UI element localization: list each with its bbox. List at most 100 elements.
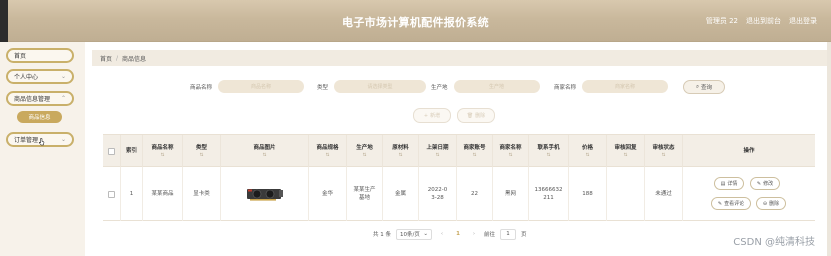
row-checkbox-cell [103, 167, 121, 221]
chevron-down-icon: ⌄ [423, 231, 428, 237]
watermark: CSDN @纯清科技 [733, 237, 815, 248]
search-field-type: 类型 请选择类型 [317, 80, 427, 93]
goto-label: 前往 [484, 232, 496, 238]
column-header[interactable]: 审核回复 ⇅ [607, 135, 645, 168]
sort-icon: ⇅ [435, 152, 440, 158]
breadcrumb-home[interactable]: 首页 [100, 54, 112, 63]
breadcrumb-current: 商品信息 [122, 55, 147, 63]
breadcrumb: 首页 / 商品信息 [92, 50, 828, 66]
cell-price: 188 [569, 167, 607, 221]
product-name-input[interactable]: 商品名称 [218, 80, 305, 93]
sort-icon: ⇅ [508, 152, 513, 158]
cell-type: 显卡类 [183, 167, 221, 221]
cell-status: 未通过 [645, 167, 683, 221]
next-page-button[interactable]: › [469, 229, 479, 240]
column-header[interactable]: 生产地 ⇅ [347, 135, 383, 168]
sidebar-item-home[interactable]: 首页 [6, 48, 74, 63]
sort-icon: ⇅ [262, 152, 267, 158]
type-select[interactable]: 请选择类型 [334, 80, 427, 93]
chevron-up-icon: ⌃ [60, 95, 66, 102]
search-label: 生产地 [431, 84, 448, 91]
mouse-cursor-icon [38, 138, 45, 146]
sidebar: 首页 个人中心 ⌄ 商品信息管理 ⌃ 商品信息 订单管理 ⌄ [0, 42, 85, 256]
sort-icon: ⇅ [585, 152, 590, 158]
sidebar-item-product-management[interactable]: 商品信息管理 ⌃ [6, 91, 74, 106]
sidebar-item-label: 首页 [14, 53, 27, 60]
column-header[interactable]: 商家名称 ⇅ [493, 135, 529, 168]
total-count: 共 1 条 [373, 232, 391, 238]
row-delete-button[interactable]: ⊖ 删除 [756, 197, 786, 210]
search-field-name: 商品名称 商品名称 [190, 80, 305, 93]
column-header[interactable]: 商品图片 ⇅ [221, 135, 309, 168]
cell-actions: ▤ 详情 ✎ 修改 ✎ 查看评论 ⊖ 删除 [683, 167, 815, 221]
sidebar-item-label: 订单管理 [14, 137, 39, 144]
column-header[interactable]: 商家账号 ⇅ [457, 135, 493, 168]
prev-page-button[interactable]: ‹ [437, 229, 447, 240]
sort-icon: ⇅ [661, 152, 666, 158]
edit-button[interactable]: ✎ 修改 [750, 177, 780, 190]
cell-date: 2022-03-28 [419, 167, 457, 221]
sort-icon: ⇅ [546, 152, 551, 158]
edit-icon: ✎ [717, 200, 723, 207]
breadcrumb-separator: / [116, 54, 119, 62]
sort-icon: ⇅ [472, 152, 477, 158]
cell-reply [607, 167, 645, 221]
origin-input[interactable]: 生产地 [453, 80, 540, 93]
trash-icon: 🗑 [466, 112, 474, 119]
product-image[interactable] [245, 186, 285, 202]
vertical-scrollbar[interactable] [827, 42, 831, 256]
column-header[interactable]: 商品规格 ⇅ [309, 135, 347, 168]
goto-unit: 页 [521, 232, 527, 238]
detail-icon: ▤ [720, 180, 726, 187]
cell-name: 某某商品 [143, 167, 183, 221]
main-content: 首页 / 商品信息 商品名称 商品名称 类型 请选择类型 生产地 生产地 商家名… [85, 42, 831, 256]
search-field-origin: 生产地 生产地 [431, 80, 540, 93]
chevron-down-icon: ⌄ [60, 73, 66, 80]
goto-page-input[interactable]: 1 [500, 228, 517, 240]
front-link[interactable]: 退出到前台 [746, 16, 781, 26]
detail-button[interactable]: ▤ 详情 [714, 177, 744, 190]
column-header: 索引 [121, 135, 143, 168]
user-role: 管理员 22 [705, 17, 738, 25]
search-icon: ⌕ [695, 83, 700, 90]
sidebar-subitem-product-info[interactable]: 商品信息 [17, 111, 62, 123]
cell-image [221, 167, 309, 221]
cell-merchant: 黑网 [493, 167, 529, 221]
cell-spec: 金华 [309, 167, 347, 221]
column-header[interactable]: 价格 ⇅ [569, 135, 607, 168]
merchant-name-input[interactable]: 商家名称 [582, 80, 669, 93]
sort-icon: ⇅ [199, 152, 204, 158]
cell-account: 22 [457, 167, 493, 221]
column-header[interactable]: 审核状态 ⇅ [645, 135, 683, 168]
delete-button[interactable]: 🗑 删除 [457, 108, 495, 123]
add-button[interactable]: + 新增 [413, 108, 451, 123]
column-header[interactable]: 商品名称 ⇅ [143, 135, 183, 168]
column-header[interactable]: 联系手机 ⇅ [529, 135, 569, 168]
header-checkbox-cell [103, 135, 121, 168]
search-label: 商品名称 [190, 84, 213, 91]
page-number[interactable]: 1 [452, 229, 464, 240]
column-header[interactable]: 原材料 ⇅ [383, 135, 419, 168]
search-label: 商家名称 [554, 84, 577, 91]
edit-icon: ✎ [756, 180, 762, 187]
select-all-checkbox[interactable] [108, 148, 115, 155]
sidebar-item-label: 个人中心 [14, 74, 39, 81]
plus-icon: + [423, 112, 429, 119]
cell-material: 金属 [383, 167, 419, 221]
sort-icon: ⇅ [325, 152, 330, 158]
logout-link[interactable]: 退出登录 [789, 16, 817, 26]
sort-icon: ⇅ [362, 152, 367, 158]
row-checkbox[interactable] [108, 190, 115, 198]
page-size-select[interactable]: 10条/页 ⌄ [396, 228, 432, 240]
view-comments-button[interactable]: ✎ 查看评论 [711, 197, 751, 210]
cell-phone: 13666632211 [529, 167, 569, 221]
cell-index: 1 [121, 167, 143, 221]
user-area: 管理员 22 退出到前台 退出登录 [706, 16, 817, 26]
query-button[interactable]: ⌕ 查询 [683, 80, 725, 94]
sidebar-item-profile[interactable]: 个人中心 ⌄ [6, 69, 74, 84]
column-header[interactable]: 类型 ⇅ [183, 135, 221, 168]
trash-icon: ⊖ [762, 200, 768, 207]
column-header[interactable]: 上架日期 ⇅ [419, 135, 457, 168]
table-row: 1 某某商品 显卡类 金华 某某生产基地 金属 2022-03-28 22 黑网… [103, 167, 815, 221]
sort-icon: ⇅ [160, 152, 165, 158]
